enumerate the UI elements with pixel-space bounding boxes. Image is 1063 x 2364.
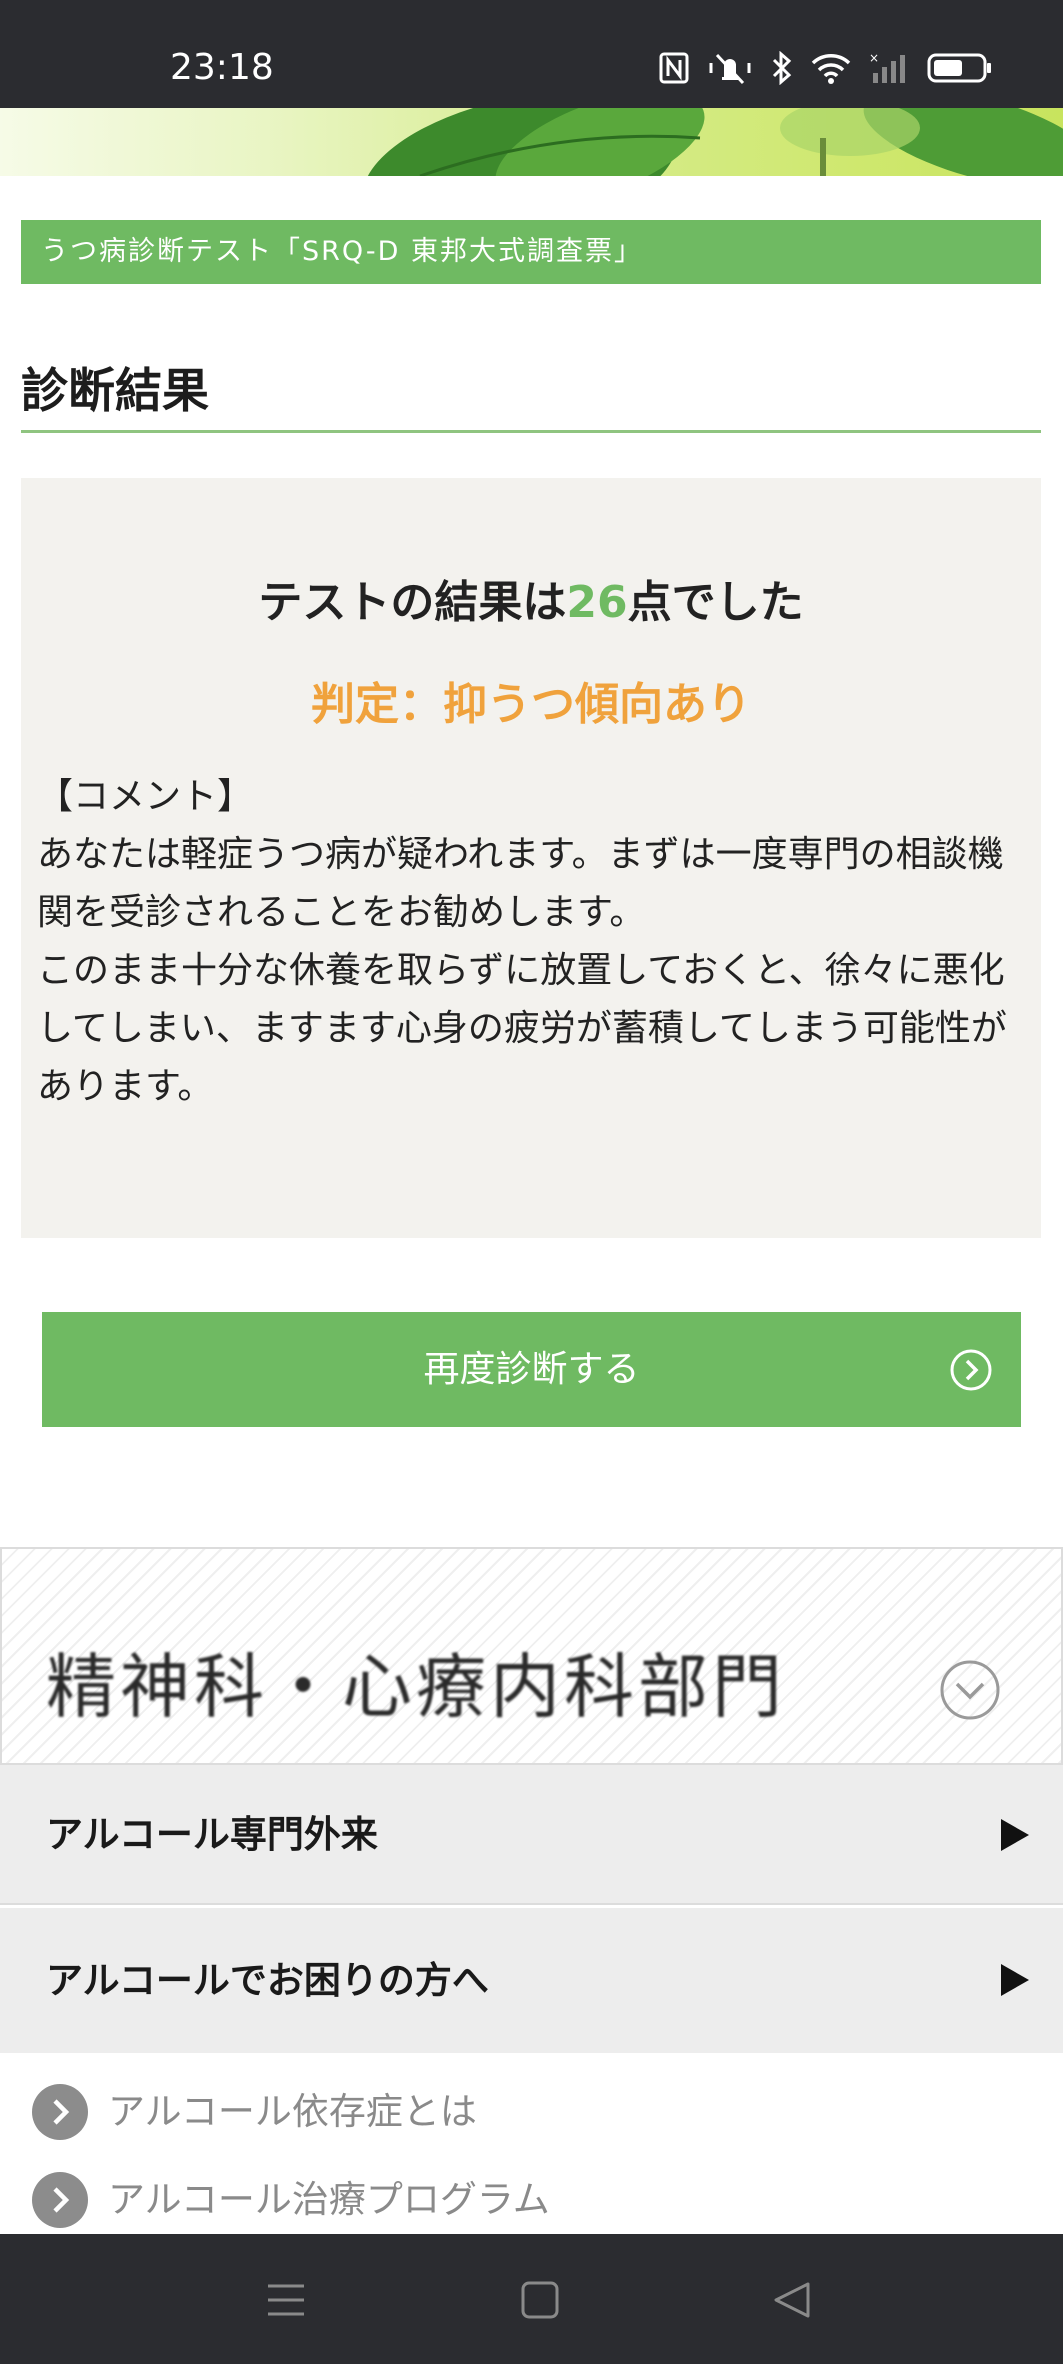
comment-paragraph-2: このまま十分な休養を取らずに放置しておくと、徐々に悪化してしまい、ますます心身の… <box>37 950 1007 1107</box>
test-title-bar: うつ病診断テスト「SRQ-D 東邦大式調査票」 <box>21 220 1041 284</box>
menu-item-label: アルコールでお困りの方へ <box>46 1959 489 2002</box>
department-accordion-header[interactable]: 精神科・心療内科部門 <box>0 1547 1063 1765</box>
menu-item-alcohol-help[interactable]: アルコールでお困りの方へ <box>0 1908 1063 2053</box>
score-value: 26 <box>566 577 628 628</box>
system-navigation-bar <box>0 2234 1063 2364</box>
bluetooth-icon <box>772 51 792 85</box>
battery-icon <box>927 53 991 83</box>
comment-block: 【コメント】 あなたは軽症うつ病が疑われます。まずは一度専門の相談機関を受診され… <box>37 768 1027 1116</box>
menu-item-alcohol-clinic[interactable]: アルコール専門外来 <box>0 1765 1063 1905</box>
department-title: 精神科・心療内科部門 <box>46 1646 786 1728</box>
comment-label: 【コメント】 <box>37 776 254 817</box>
sub-item-alcohol-treatment[interactable]: アルコール治療プログラム <box>0 2160 1063 2240</box>
chevron-right-circle-icon <box>950 1349 992 1391</box>
header-banner-image <box>0 108 1063 176</box>
menu-item-label: アルコール専門外来 <box>46 1813 378 1856</box>
svg-text:×: × <box>869 51 879 65</box>
retry-diagnosis-button[interactable]: 再度診断する <box>42 1312 1021 1427</box>
retry-button-label: 再度診断する <box>423 1349 640 1390</box>
triangle-right-icon <box>1001 1819 1029 1851</box>
score-line: テストの結果は26点でした <box>21 566 1041 630</box>
status-time: 23:18 <box>170 47 274 88</box>
heading-divider <box>21 430 1041 433</box>
sub-item-label: アルコール依存症とは <box>108 2090 477 2133</box>
result-panel: テストの結果は26点でした 判定：抑うつ傾向あり 【コメント】 あなたは軽症うつ… <box>21 478 1041 1238</box>
chevron-right-circle-icon <box>32 2084 88 2140</box>
menu-icon[interactable] <box>266 2280 306 2320</box>
page-title: 診断結果 <box>21 364 209 419</box>
back-icon[interactable] <box>772 2280 812 2320</box>
verdict-text: 判定：抑うつ傾向あり <box>311 679 751 730</box>
nfc-icon <box>659 52 689 84</box>
wifi-icon <box>811 54 851 84</box>
chevron-right-circle-icon <box>32 2172 88 2228</box>
status-bar: 23:18 × <box>0 0 1063 108</box>
signal-icon: × <box>869 51 905 83</box>
triangle-right-icon <box>1001 1964 1029 1996</box>
sub-item-alcohol-dependence[interactable]: アルコール依存症とは <box>0 2072 1063 2152</box>
score-suffix: 点でした <box>627 577 804 628</box>
mute-vibrate-icon <box>709 53 751 85</box>
chevron-down-icon <box>940 1660 1000 1720</box>
sub-item-label: アルコール治療プログラム <box>108 2178 550 2221</box>
home-icon[interactable] <box>520 2280 560 2320</box>
comment-paragraph-1: あなたは軽症うつ病が疑われます。まずは一度専門の相談機関を受診されることをお勧め… <box>37 834 1004 933</box>
status-icons: × <box>659 48 993 88</box>
score-prefix: テストの結果は <box>258 577 567 628</box>
